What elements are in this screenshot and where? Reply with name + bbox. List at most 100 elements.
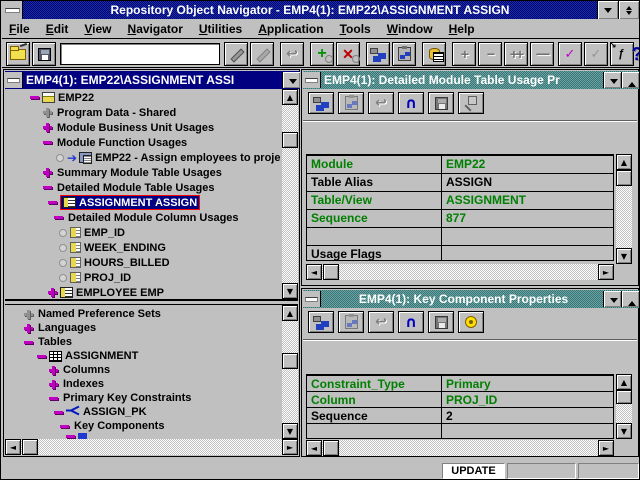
add-object-button[interactable]: + <box>310 42 334 66</box>
menu-view[interactable]: View <box>84 21 111 38</box>
scroll-down-button[interactable]: ▼ <box>282 423 298 439</box>
scroll-right-button[interactable]: ► <box>598 264 614 280</box>
collapse-button[interactable]: − <box>478 42 502 66</box>
table-usage-hscrollbar[interactable]: ◄ ► <box>306 264 614 280</box>
save-button[interactable] <box>32 42 56 66</box>
tool-create-secondary-button[interactable] <box>250 42 274 66</box>
tree-item-hours-billed[interactable]: HOURS_BILLED <box>4 255 280 270</box>
menu-tools[interactable]: Tools <box>340 21 371 38</box>
scroll-thumb[interactable] <box>323 440 339 456</box>
collapse-glyph[interactable] <box>48 201 57 204</box>
table-usage-maximize-button[interactable] <box>621 72 639 88</box>
tree-item-indexes[interactable]: Indexes <box>4 377 280 391</box>
menu-help[interactable]: Help <box>449 21 475 38</box>
scroll-left-button[interactable]: ◄ <box>306 440 322 456</box>
collapse-glyph[interactable] <box>24 341 33 344</box>
collapse-glyph[interactable] <box>43 186 52 189</box>
minimize-button[interactable] <box>597 1 618 19</box>
unmark-button[interactable]: ✓ <box>584 42 608 66</box>
delete-object-button[interactable]: ✕ <box>336 42 360 66</box>
property-value[interactable]: PROJ_ID <box>442 392 613 407</box>
requery-button[interactable] <box>366 42 390 66</box>
expand-glyph[interactable] <box>24 324 33 333</box>
scroll-thumb[interactable] <box>616 170 632 186</box>
expand-button[interactable]: + <box>452 42 476 66</box>
copy-properties-button[interactable] <box>338 92 364 114</box>
tree-item-proj-id[interactable]: PROJ_ID <box>4 270 280 285</box>
expand-glyph[interactable] <box>24 310 33 319</box>
table-usage-minimize-button[interactable] <box>603 72 621 88</box>
scroll-up-button[interactable]: ▲ <box>282 305 298 321</box>
tree-item-program-data[interactable]: Program Data - Shared <box>4 105 280 120</box>
scroll-down-button[interactable]: ▼ <box>616 423 632 439</box>
tree-item-languages[interactable]: Languages <box>4 321 280 335</box>
menu-file[interactable]: File <box>9 21 30 38</box>
tree-item-summary-module-table-usages[interactable]: Summary Module Table Usages <box>4 165 280 180</box>
tree-item-assign-pk[interactable]: ASSIGN_PK <box>4 405 280 419</box>
menu-navigator[interactable]: Navigator <box>128 21 183 38</box>
scroll-up-button[interactable]: ▲ <box>616 154 632 170</box>
scroll-right-button[interactable]: ► <box>598 440 614 456</box>
tree-top-vscrollbar[interactable]: ▲ ▼ <box>282 89 298 299</box>
copy-object-button[interactable] <box>392 42 416 66</box>
tree-item-emp22-function[interactable]: ➔ EMP22 - Assign employees to proje <box>4 150 280 165</box>
tree-item-module-function-usages[interactable]: Module Function Usages <box>4 135 280 150</box>
help-button[interactable]: ? <box>631 42 640 66</box>
property-value[interactable]: ASSIGN <box>442 174 613 191</box>
tree-item-assignment-table[interactable]: ASSIGNMENT <box>4 349 280 363</box>
expand-all-button[interactable]: ++ <box>504 42 528 66</box>
intersect-button[interactable]: ∩ <box>398 92 424 114</box>
tool-create-button[interactable] <box>224 42 248 66</box>
property-value[interactable]: 2 <box>442 408 613 423</box>
collapse-glyph[interactable] <box>43 141 52 144</box>
tree-item-detailed-module-table-usages[interactable]: Detailed Module Table Usages <box>4 180 280 195</box>
undo-button[interactable]: ↩ <box>368 92 394 114</box>
property-value[interactable]: Primary <box>442 376 613 391</box>
restore-button[interactable] <box>618 1 639 19</box>
key-component-vscrollbar[interactable]: ▲ ▼ <box>616 374 632 439</box>
tree-item-tables[interactable]: Tables <box>4 335 280 349</box>
scroll-left-button[interactable]: ◄ <box>306 264 322 280</box>
save-button[interactable] <box>428 92 454 114</box>
tree-item-key-components[interactable]: Key Components <box>4 419 280 433</box>
navigator-hscrollbar[interactable]: ◄ ► <box>5 439 298 455</box>
tree-item-employee-emp[interactable]: EMPLOYEE EMP <box>4 285 280 300</box>
key-component-minimize-button[interactable] <box>603 291 621 307</box>
scroll-thumb[interactable] <box>616 390 632 404</box>
scroll-right-button[interactable]: ► <box>282 439 298 455</box>
key-component-system-menu[interactable] <box>303 291 321 307</box>
scroll-up-button[interactable]: ▲ <box>616 374 632 390</box>
scroll-thumb[interactable] <box>22 439 38 455</box>
tree-item-emp-id[interactable]: EMP_ID <box>4 225 280 240</box>
menu-application[interactable]: Application <box>258 21 323 38</box>
tree-item-week-ending[interactable]: WEEK_ENDING <box>4 240 280 255</box>
expand-glyph[interactable] <box>43 108 52 117</box>
scroll-down-button[interactable]: ▼ <box>616 248 632 264</box>
property-value[interactable]: 877 <box>442 210 613 227</box>
collapse-glyph[interactable] <box>30 96 39 99</box>
menu-edit[interactable]: Edit <box>46 21 69 38</box>
expand-glyph[interactable] <box>43 168 52 177</box>
expand-glyph[interactable] <box>43 123 52 132</box>
collapse-glyph[interactable] <box>54 216 63 219</box>
navigate-button[interactable] <box>308 311 334 333</box>
copy-properties-button[interactable] <box>338 311 364 333</box>
property-value[interactable]: EMP22 <box>442 156 613 173</box>
repository-reports-button[interactable] <box>422 42 446 66</box>
expand-glyph[interactable] <box>49 366 58 375</box>
tree-item-emp22[interactable]: EMP22 <box>4 90 280 105</box>
tree-item-primary-key-constraints[interactable]: Primary Key Constraints <box>4 391 280 405</box>
navigate-button[interactable] <box>308 92 334 114</box>
tree-item-module-business-unit-usages[interactable]: Module Business Unit Usages <box>4 120 280 135</box>
navigator-minimize-button[interactable] <box>282 72 300 88</box>
undo-button[interactable]: ↩ <box>368 311 394 333</box>
table-usage-system-menu[interactable] <box>303 72 321 88</box>
collapse-all-button[interactable]: −− <box>530 42 554 66</box>
table-usage-vscrollbar[interactable]: ▲ ▼ <box>616 154 632 264</box>
property-value[interactable] <box>442 228 613 245</box>
filter-input[interactable] <box>60 43 220 65</box>
key-component-hscrollbar[interactable]: ◄ ► <box>306 440 614 456</box>
tree-bottom-vscrollbar[interactable]: ▲ ▼ <box>282 305 298 439</box>
scroll-left-button[interactable]: ◄ <box>5 439 21 455</box>
tree-splitter[interactable] <box>5 299 298 305</box>
